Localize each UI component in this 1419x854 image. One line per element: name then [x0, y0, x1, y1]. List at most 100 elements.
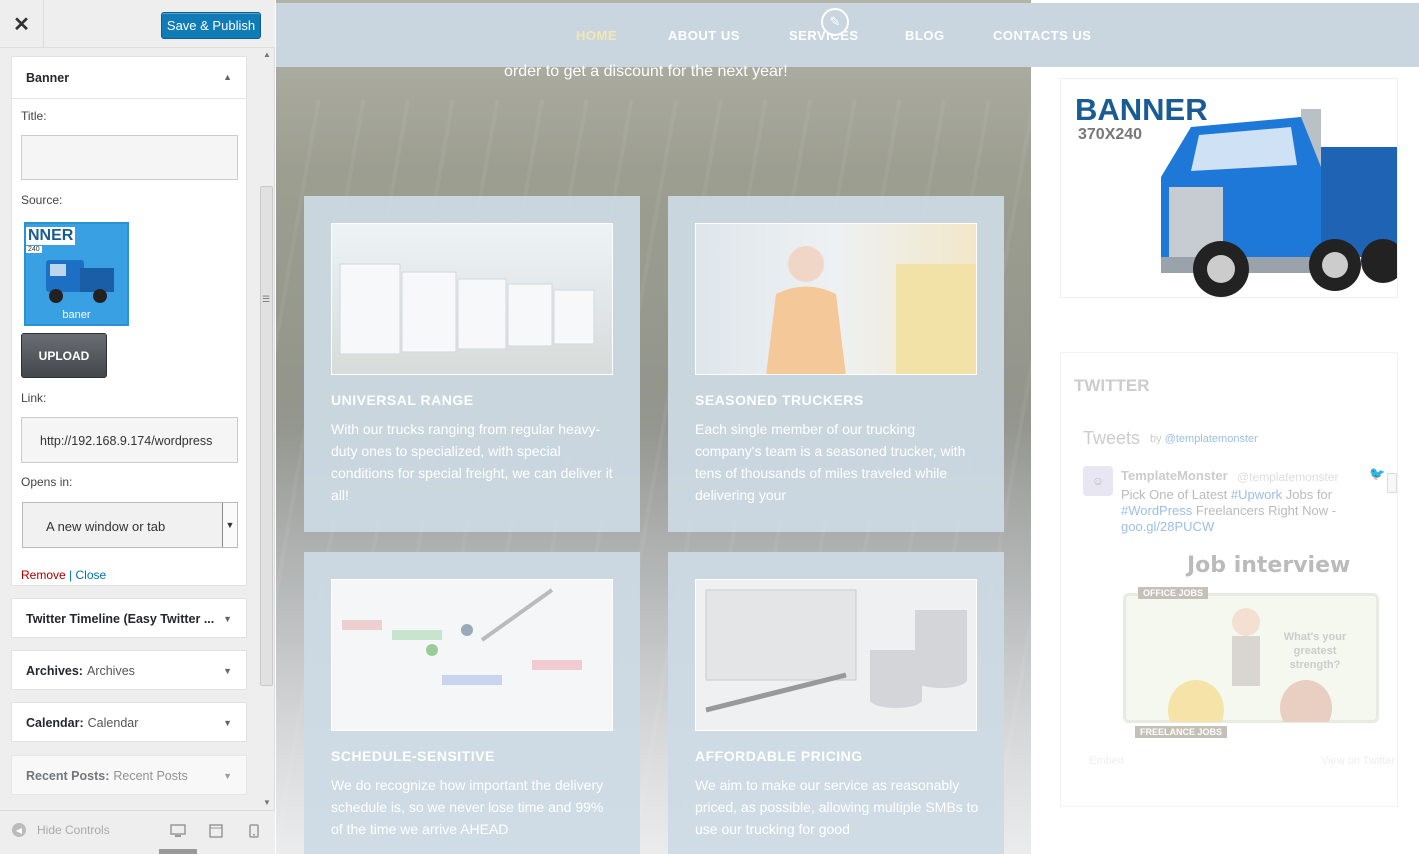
card-text: We aim to make our service as reasonably… [695, 777, 979, 837]
save-publish-button[interactable]: Save & Publish [161, 12, 261, 39]
mobile-icon[interactable] [249, 824, 259, 841]
close-link[interactable]: Close [76, 568, 107, 582]
twitter-bird-icon[interactable]: 🐦 [1369, 466, 1385, 482]
remove-link[interactable]: Remove [21, 568, 66, 582]
collapse-arrow-icon[interactable]: ▲ [223, 72, 232, 82]
nav-home[interactable]: HOME [576, 28, 617, 43]
by-handle-link[interactable]: @templatemonster [1165, 433, 1258, 445]
hide-controls-button[interactable]: ◀ Hide Controls [12, 823, 110, 837]
title-input[interactable] [21, 135, 238, 180]
thumb-filename: baner [62, 309, 91, 321]
source-label: Source: [21, 193, 63, 207]
recent-posts-widget[interactable]: Recent Posts: Recent Posts ▼ [11, 755, 247, 795]
speech-bubble-text: What's your greatest strength? [1283, 631, 1347, 671]
tablet-icon[interactable] [209, 824, 223, 841]
widget-subtitle: Recent Posts [113, 769, 188, 783]
tweet-text-1: Pick One of Latest [1121, 487, 1228, 502]
avatar[interactable]: ☺ [1083, 466, 1113, 496]
pricing-image [695, 579, 977, 731]
tweet-image[interactable]: OFFICE JOBS What's your greatest strengt… [1123, 587, 1379, 723]
scroll-up-icon[interactable]: ▲ [263, 50, 271, 59]
expand-arrow-icon[interactable]: ▼ [223, 614, 232, 624]
site-preview: HOME ABOUT US SERVICES BLOG CONTACTS US … [276, 0, 1419, 854]
edit-pencil-icon[interactable]: ✎ [821, 8, 849, 36]
card-title: SCHEDULE-SENSITIVE [331, 748, 495, 764]
truck-image [1161, 109, 1397, 297]
tweet-author-name[interactable]: TemplateMonster [1121, 468, 1228, 483]
calendar-widget[interactable]: Calendar: Calendar ▼ [11, 702, 247, 742]
active-device-indicator [159, 849, 197, 854]
embed-link[interactable]: Embed [1089, 755, 1124, 767]
thumb-banner-text: NNER [26, 227, 76, 245]
thumb-banner-size: 240 [26, 246, 42, 253]
opens-in-select[interactable]: A new window or tab ▼ [22, 502, 238, 548]
widget-title: Recent Posts: [26, 769, 110, 783]
scroll-down-icon[interactable]: ▼ [263, 798, 271, 807]
office-jobs-tag: OFFICE JOBS [1138, 587, 1209, 599]
banner-widget-header[interactable]: Banner ▲ [12, 57, 246, 99]
twitter-timeline-widget[interactable]: Twitter Timeline (Easy Twitter ... ▼ [11, 598, 247, 638]
tweet-text: Pick One of Latest #Upwork Jobs for #Wor… [1121, 487, 1351, 535]
card-title: UNIVERSAL RANGE [331, 392, 474, 408]
desktop-icon[interactable] [170, 824, 186, 841]
action-separator: | [69, 568, 73, 582]
card-text: With our trucks ranging from regular hea… [331, 421, 613, 503]
widget-subtitle: Archives [86, 664, 135, 678]
twitter-widget: TWITTER Tweets by @templatemonster ☺ Tem… [1060, 352, 1398, 807]
freelance-jobs-tag: FREELANCE JOBS [1135, 726, 1228, 738]
tweet-author-handle[interactable]: @templatemonster [1237, 470, 1339, 484]
sidebar-header: ✕ Save & Publish [0, 0, 275, 48]
expand-arrow-icon[interactable]: ▼ [223, 771, 232, 781]
banner-ad[interactable]: BANNER 370X240 [1060, 78, 1398, 298]
scroll-grip-icon: ☰ [262, 294, 271, 304]
tweet-hashtag-wordpress[interactable]: #WordPress [1121, 503, 1192, 518]
nav-blog[interactable]: BLOG [905, 28, 945, 43]
widget-title: Calendar: [26, 716, 84, 730]
card-text: We do recognize how important the delive… [331, 777, 604, 837]
trucks-row-image [331, 223, 613, 375]
hide-controls-label: Hide Controls [37, 823, 110, 837]
scroll-thumb[interactable] [260, 186, 273, 686]
link-input[interactable]: http://192.168.9.174/wordpress [21, 417, 238, 463]
opens-in-value: A new window or tab [46, 519, 166, 534]
tweets-by: by @templatemonster [1150, 433, 1258, 445]
widget-actions: Remove | Close [21, 568, 106, 582]
tweet-link[interactable]: goo.gl/28PUCW [1121, 519, 1214, 534]
close-icon[interactable]: ✕ [0, 0, 44, 48]
service-card: UNIVERSAL RANGE With our trucks ranging … [304, 196, 640, 532]
chevron-down-icon[interactable]: ▼ [222, 503, 237, 547]
archives-widget[interactable]: Archives: Archives ▼ [11, 650, 247, 690]
expand-arrow-icon[interactable]: ▼ [223, 718, 232, 728]
tweet-text-3: Freelancers Right Now - [1195, 503, 1337, 518]
tweet-hashtag-upwork[interactable]: #Upwork [1231, 487, 1282, 502]
nav-about[interactable]: ABOUT US [668, 28, 740, 43]
sidebar-footer: ◀ Hide Controls [0, 810, 275, 854]
card-title: AFFORDABLE PRICING [695, 748, 863, 764]
widget-subtitle: Calendar [87, 716, 139, 730]
customizer: ✕ Save & Publish Banner ▲ Title: Source:… [0, 0, 1419, 854]
source-thumbnail[interactable]: NNER 240 baner [24, 222, 129, 326]
title-label: Title: [21, 109, 47, 123]
opens-in-label: Opens in: [21, 475, 73, 489]
nav-contacts[interactable]: CONTACTS US [993, 28, 1091, 43]
banner-widget-title: Banner [26, 70, 70, 85]
collapse-icon: ◀ [12, 823, 26, 837]
card-title: SEASONED TRUCKERS [695, 392, 864, 408]
upload-button[interactable]: UPLOAD [21, 333, 107, 378]
widget-title: Archives: [26, 664, 83, 678]
sidebar-scrollbar[interactable]: ▲ ☰ ▼ [259, 48, 275, 810]
tweet-image-title: Job interview [1187, 553, 1351, 578]
schedule-image [331, 579, 613, 731]
tweets-label: Tweets [1083, 428, 1141, 448]
twitter-heading: TWITTER [1074, 376, 1150, 395]
expand-arrow-icon[interactable]: ▼ [223, 666, 232, 676]
service-card: SCHEDULE-SENSITIVE We do recognize how i… [304, 552, 640, 854]
link-label: Link: [21, 391, 47, 405]
view-on-twitter-link[interactable]: View on Twitter [1321, 755, 1395, 767]
customizer-sidebar: ✕ Save & Publish Banner ▲ Title: Source:… [0, 0, 275, 854]
twitter-scrollbar[interactable] [1387, 473, 1397, 493]
card-text: Each single member of our trucking compa… [695, 421, 966, 503]
trucker-image [695, 223, 977, 375]
service-card: AFFORDABLE PRICING We aim to make our se… [668, 552, 1004, 854]
service-card: SEASONED TRUCKERS Each single member of … [668, 196, 1004, 532]
